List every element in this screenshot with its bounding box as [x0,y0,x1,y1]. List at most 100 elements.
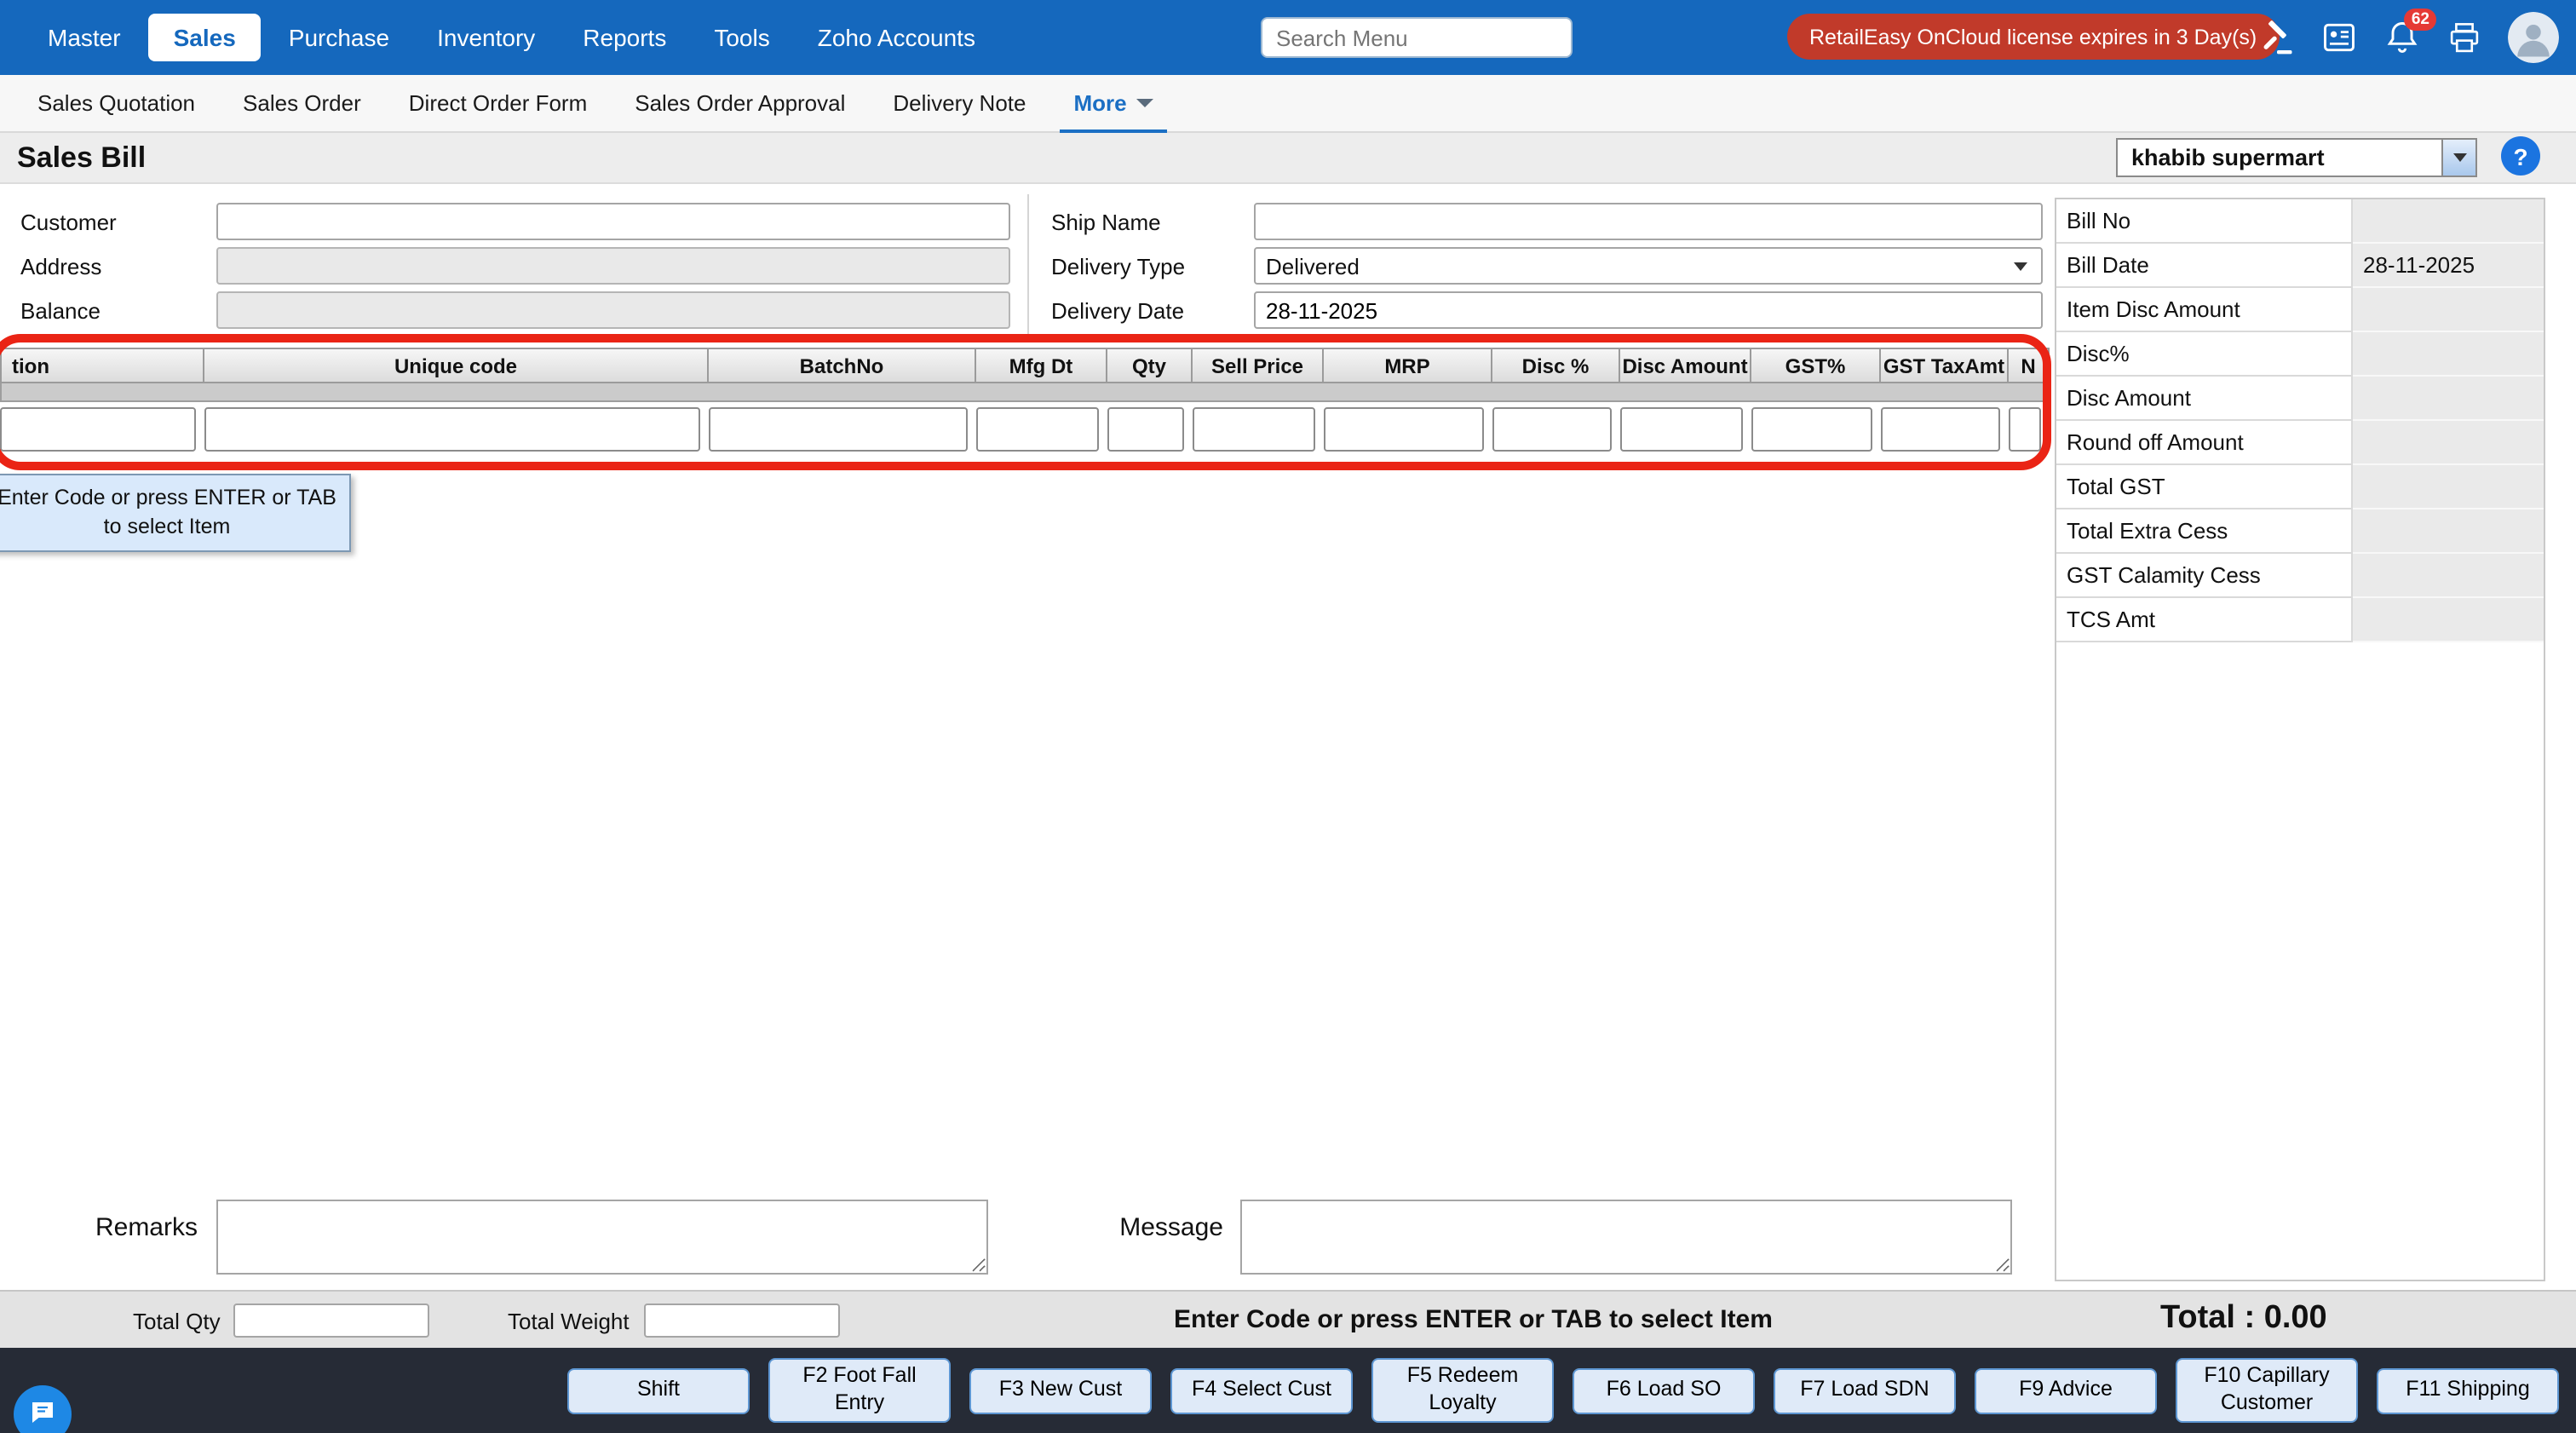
customer-label: Customer [20,210,117,235]
f2-foot-fall-entry-button[interactable]: F2 Foot Fall Entry [768,1359,951,1423]
topbar-icon-group: 62 [2259,0,2559,75]
delivery-type-select[interactable]: Delivered [1254,247,2043,285]
summary-row: Bill Date 28-11-2025 [2056,244,2544,288]
subnav-item-direct-order-form[interactable]: Direct Order Form [385,74,611,132]
grid-cell-input[interactable] [1881,407,2000,452]
grid-cell-input[interactable] [1324,407,1484,452]
function-key-bar: Shift F2 Foot Fall Entry F3 New Cust F4 … [0,1348,2576,1433]
subnav-item-sales-quotation[interactable]: Sales Quotation [14,74,219,132]
summary-row: Total GST [2056,465,2544,509]
total-weight-input[interactable] [644,1304,840,1338]
grid-cell-input[interactable] [1107,407,1184,452]
summary-label: Total GST [2056,465,2353,509]
grid-cell-input[interactable] [976,407,1099,452]
delivery-date-input[interactable] [1254,291,2043,329]
item-grid: tion Unique code BatchNo Mfg Dt Qty Sell… [0,348,2050,457]
f9-advice-button[interactable]: F9 Advice [1975,1367,2157,1413]
subnav-item-more[interactable]: More [1049,74,1177,132]
ship-name-label: Ship Name [1051,210,1161,235]
topnav-item-sales[interactable]: Sales [148,14,262,61]
page-header: Sales Bill khabib supermart ? [0,133,2576,184]
printer-icon[interactable] [2447,20,2482,55]
user-avatar[interactable] [2508,12,2559,63]
id-card-icon[interactable] [2320,19,2358,56]
store-selector-arrow[interactable] [2441,140,2475,176]
topnav-item-purchase[interactable]: Purchase [268,14,410,61]
shift-button[interactable]: Shift [567,1367,750,1413]
grid-col-qty: Qty [1107,348,1193,383]
grid-col-clipped: N [2009,348,2050,383]
gavel-icon[interactable] [2259,20,2295,55]
address-label: Address [20,254,101,279]
chevron-down-icon [1137,99,1154,107]
summary-value [2353,598,2544,642]
summary-value [2353,554,2544,598]
grid-col-mrp: MRP [1324,348,1492,383]
store-selector-dropdown[interactable]: khabib supermart [2116,138,2477,177]
topnav-item-master[interactable]: Master [27,14,141,61]
screen: Master Sales Purchase Inventory Reports … [0,0,2576,1433]
enter-code-tooltip: Enter Code or press ENTER or TAB to sele… [0,474,351,552]
chevron-down-icon [2014,262,2027,270]
summary-value [2353,288,2544,332]
summary-label: TCS Amt [2056,598,2353,642]
topnav-item-tools[interactable]: Tools [693,14,790,61]
summary-label: Total Extra Cess [2056,509,2353,554]
f5-redeem-loyalty-button[interactable]: F5 Redeem Loyalty [1371,1359,1554,1423]
grid-col-disc-amount: Disc Amount [1620,348,1751,383]
summary-value [2353,421,2544,465]
sales-bill-content: Customer Address Balance Ship Name Deliv… [0,184,2576,1290]
notifications-bell-icon[interactable]: 62 [2383,19,2421,56]
topnav-item-reports[interactable]: Reports [562,14,687,61]
notification-count-badge: 62 [2405,9,2436,31]
f3-new-cust-button[interactable]: F3 New Cust [969,1367,1152,1413]
grid-cell-input[interactable] [0,407,196,452]
message-textarea[interactable] [1240,1200,2012,1275]
total-qty-label: Total Qty [133,1309,221,1334]
total-weight-label: Total Weight [508,1309,630,1334]
summary-value [2353,509,2544,554]
summary-value: 28-11-2025 [2353,244,2544,288]
help-icon[interactable]: ? [2501,136,2540,176]
f7-load-sdn-button[interactable]: F7 Load SDN [1774,1367,1956,1413]
customer-input[interactable] [216,203,1010,240]
topnav-item-inventory[interactable]: Inventory [417,14,555,61]
license-warning-badge[interactable]: RetailEasy OnCloud license expires in 3 … [1787,14,2279,60]
subnav-item-delivery-note[interactable]: Delivery Note [869,74,1049,132]
grid-col-disc-pct: Disc % [1492,348,1620,383]
f10-capillary-customer-button[interactable]: F10 Capillary Customer [2176,1359,2358,1423]
grid-cell-input[interactable] [2009,407,2041,452]
subnav-item-sales-order-approval[interactable]: Sales Order Approval [611,74,869,132]
subnav-item-sales-order[interactable]: Sales Order [219,74,385,132]
total-qty-input[interactable] [233,1304,429,1338]
summary-row: Bill No [2056,199,2544,244]
grid-cell-input[interactable] [1492,407,1612,452]
grid-col-gst-pct: GST% [1751,348,1881,383]
summary-row: TCS Amt [2056,598,2544,642]
ship-name-input[interactable] [1254,203,2043,240]
grid-cell-input[interactable] [1193,407,1315,452]
f11-shipping-button[interactable]: F11 Shipping [2377,1367,2559,1413]
grid-entry-row [0,402,2050,457]
summary-label: Bill No [2056,199,2353,244]
search-menu-input[interactable] [1261,17,1573,58]
balance-input [216,291,1010,329]
retaileasy-app-window: Master Sales Purchase Inventory Reports … [0,0,2576,1433]
summary-label: Disc% [2056,332,2353,377]
grid-cell-input[interactable] [1620,407,1743,452]
f6-load-so-button[interactable]: F6 Load SO [1573,1367,1755,1413]
grid-cell-input[interactable] [709,407,968,452]
remarks-textarea[interactable] [216,1200,988,1275]
status-bar: Total Qty Total Weight Enter Code or pre… [0,1290,2576,1348]
delivery-type-value: Delivered [1266,253,1360,279]
grid-cell-input[interactable] [204,407,700,452]
bill-summary-panel: Bill No Bill Date 28-11-2025 Item Disc A… [2055,198,2545,1281]
chat-bubble-icon[interactable] [14,1385,72,1433]
f4-select-cust-button[interactable]: F4 Select Cust [1170,1367,1353,1413]
summary-row: GST Calamity Cess [2056,554,2544,598]
summary-value [2353,332,2544,377]
grid-cell-input[interactable] [1751,407,1872,452]
grand-total: Total : 0.00 [2160,1300,2327,1338]
topnav-item-zoho-accounts[interactable]: Zoho Accounts [797,14,996,61]
enter-code-hint: Enter Code or press ENTER or TAB to sele… [1174,1305,1773,1334]
